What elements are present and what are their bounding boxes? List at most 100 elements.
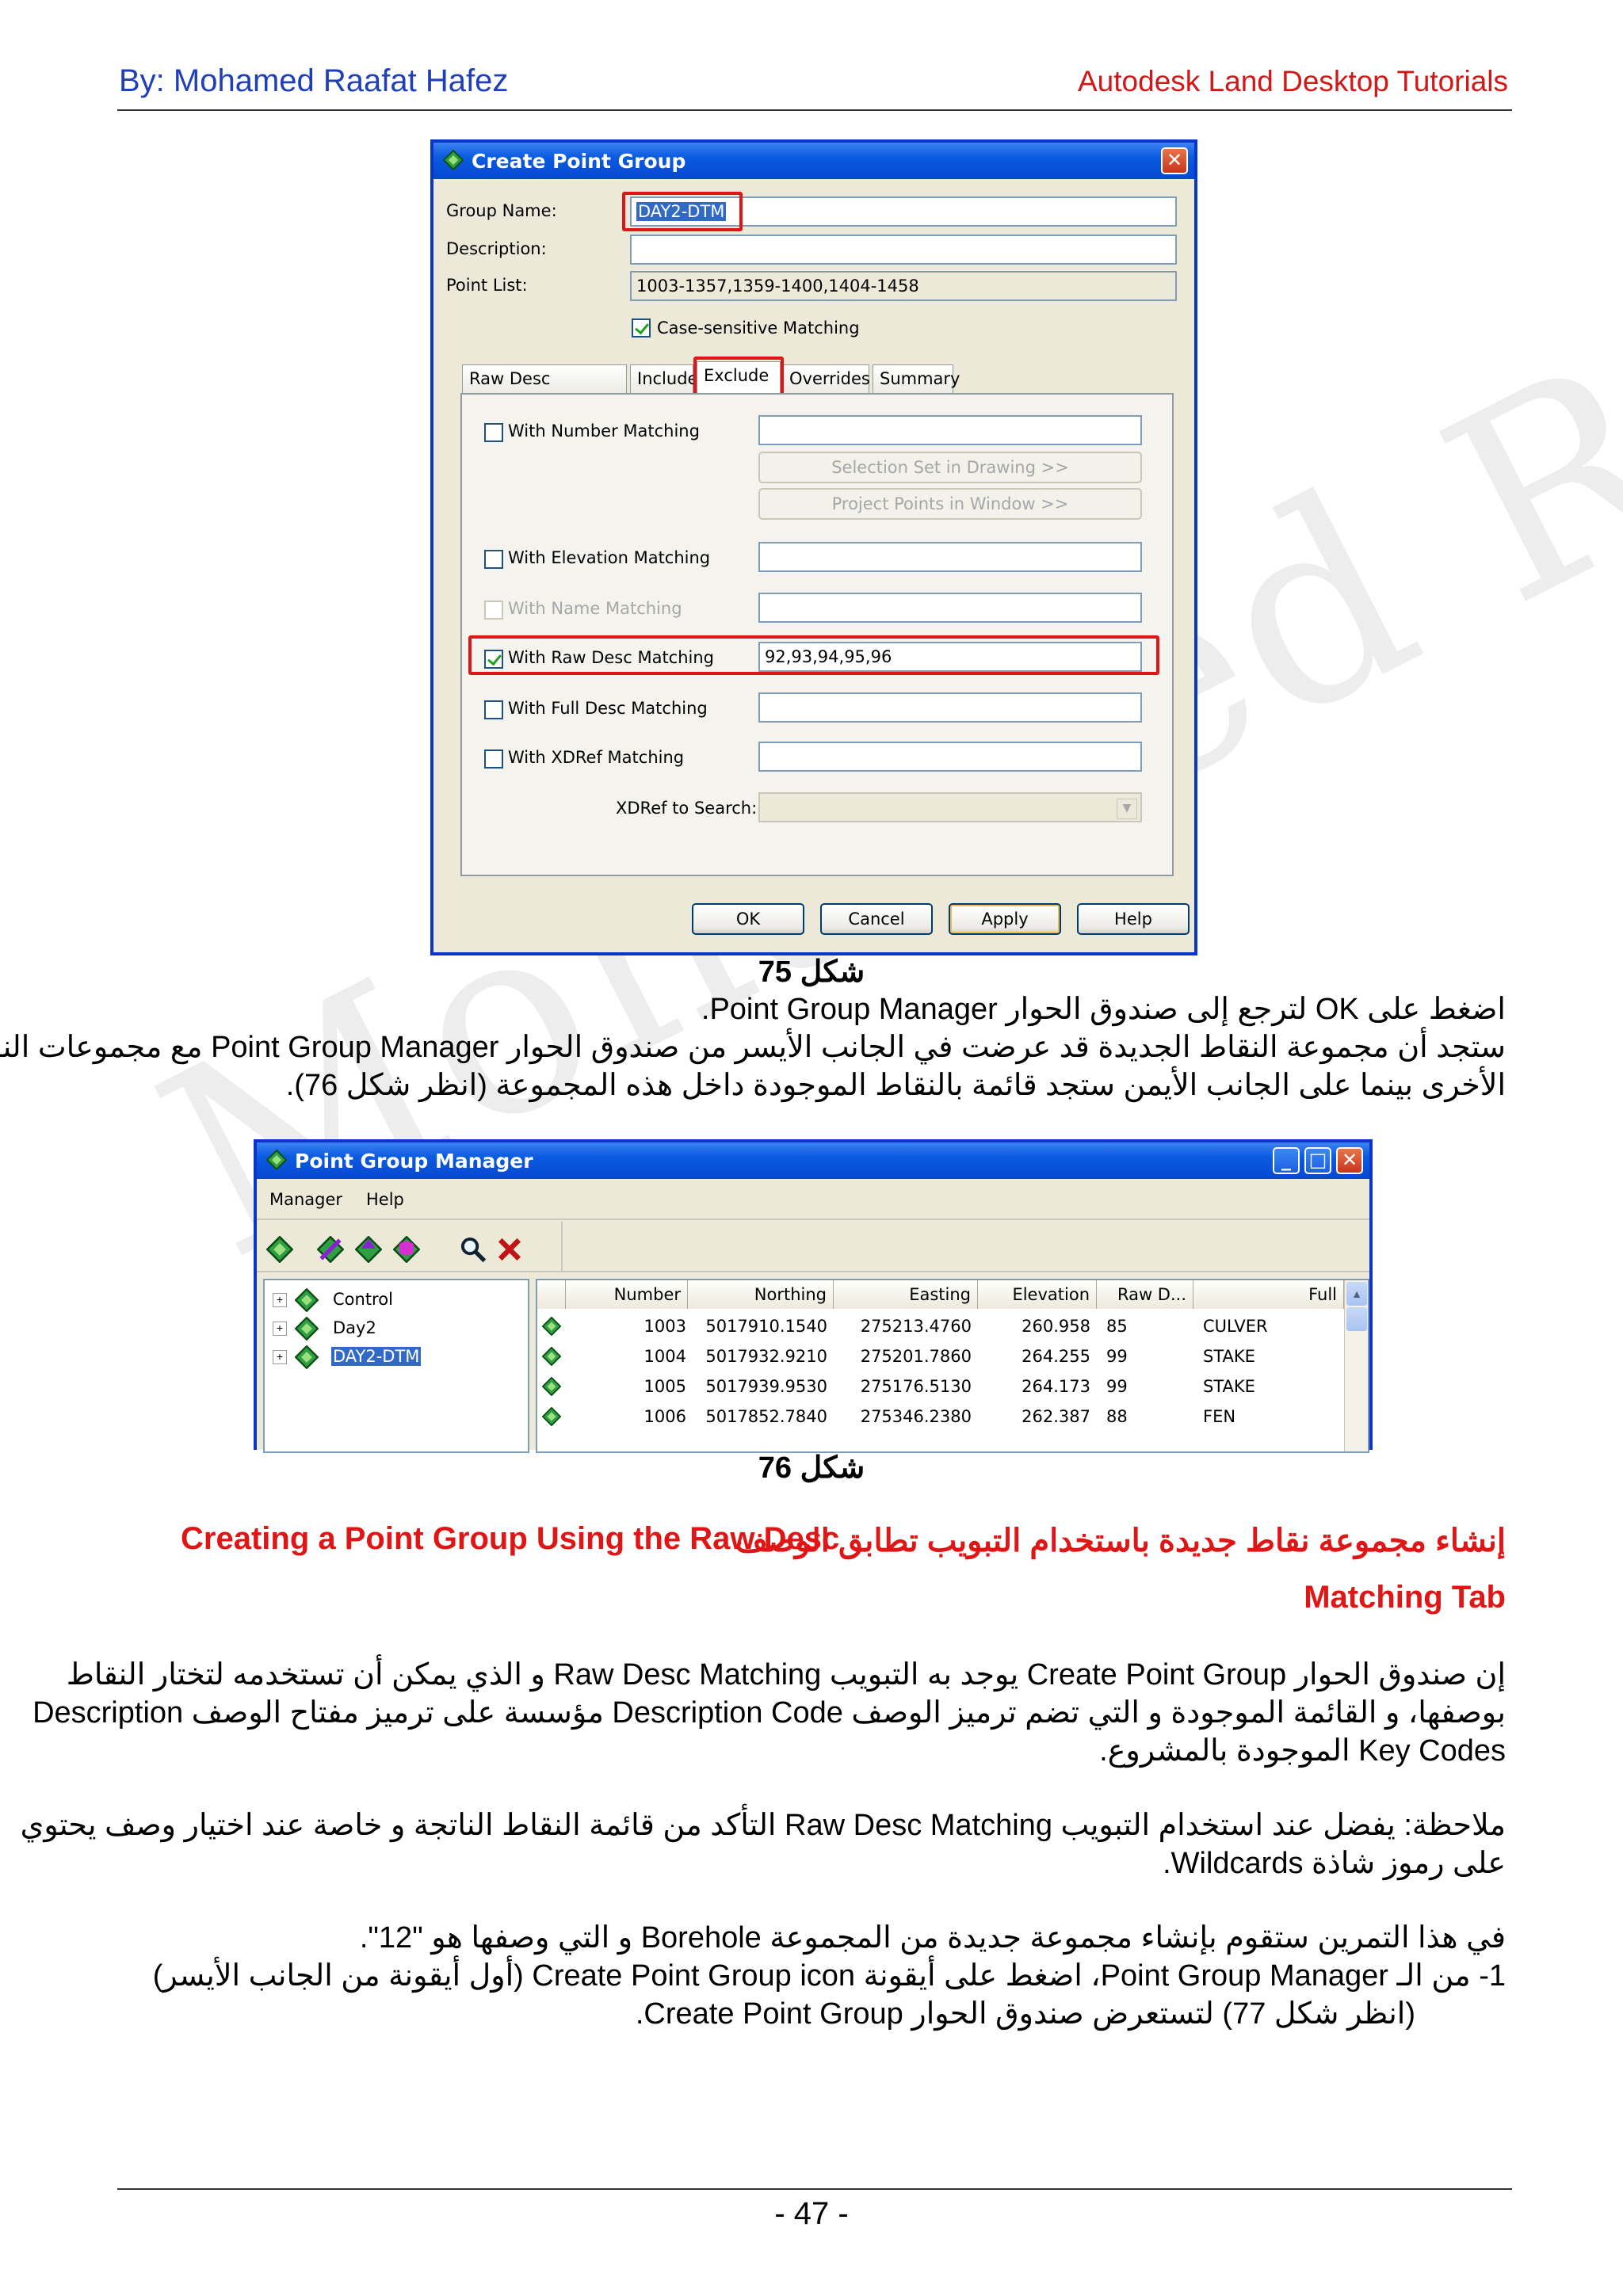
point-list-input[interactable]: 1003-1357,1359-1400,1404-1458 <box>630 271 1177 301</box>
grid-header-icon <box>537 1280 566 1309</box>
tree-item-day2-dtm[interactable]: + DAY2-DTM <box>273 1344 526 1372</box>
tree-item-control[interactable]: + Control <box>273 1287 526 1315</box>
point-group-icon <box>266 1150 287 1170</box>
table-cell[interactable]: 275176.5130 <box>834 1372 972 1402</box>
tab-strip: Raw Desc Matching Include Exclude Overri… <box>462 361 1175 415</box>
scroll-up-icon[interactable]: ▲ <box>1346 1282 1367 1306</box>
elevation-matching-checkbox[interactable] <box>484 550 503 569</box>
table-cell[interactable]: CULVER <box>1203 1312 1338 1341</box>
xdref-matching-label: With XDRef Matching <box>508 748 685 767</box>
close-button[interactable]: ✕ <box>1161 147 1188 174</box>
table-cell[interactable]: 5017932.9210 <box>688 1342 827 1371</box>
section-title-en: Creating a Point Group Using the Raw Des… <box>181 1521 840 1556</box>
elevation-matching-input[interactable] <box>758 542 1142 572</box>
project-points-button[interactable]: Project Points in Window >> <box>758 488 1142 520</box>
update-point-group-icon[interactable] <box>393 1236 420 1263</box>
menu-divider <box>257 1219 1369 1220</box>
grid-header-full[interactable]: Full <box>1193 1280 1344 1309</box>
search-icon[interactable] <box>460 1236 487 1263</box>
expand-icon[interactable]: + <box>273 1322 287 1336</box>
table-cell[interactable]: 1006 <box>585 1402 686 1432</box>
delete-icon[interactable] <box>496 1236 523 1263</box>
case-sensitive-checkbox[interactable] <box>632 318 651 338</box>
tab-raw-desc-matching[interactable]: Raw Desc Matching <box>462 364 627 415</box>
grid-header-northing[interactable]: Northing <box>688 1280 834 1309</box>
point-group-icon <box>295 1288 319 1312</box>
full-desc-matching-checkbox[interactable] <box>484 700 503 719</box>
description-input[interactable] <box>630 235 1177 265</box>
close-icon: ✕ <box>1341 1149 1358 1171</box>
elevation-matching-label: With Elevation Matching <box>508 548 711 567</box>
full-desc-matching-input[interactable] <box>758 692 1142 723</box>
toolbar-bottom-divider <box>257 1271 1369 1272</box>
name-matching-input[interactable] <box>758 593 1142 623</box>
selection-set-button[interactable]: Selection Set in Drawing >> <box>758 452 1142 483</box>
xdref-matching-input[interactable] <box>758 742 1142 772</box>
table-cell[interactable]: 1004 <box>585 1342 686 1371</box>
close-button[interactable]: ✕ <box>1336 1147 1363 1174</box>
ok-button[interactable]: OK <box>692 903 804 935</box>
table-cell[interactable]: 1003 <box>585 1312 686 1341</box>
table-cell[interactable]: 5017910.1540 <box>688 1312 827 1341</box>
minimize-button[interactable]: _ <box>1273 1147 1300 1174</box>
table-cell[interactable]: 264.255 <box>978 1342 1090 1371</box>
table-cell[interactable]: 260.958 <box>978 1312 1090 1341</box>
table-cell[interactable]: STAKE <box>1203 1372 1338 1402</box>
help-button[interactable]: Help <box>1077 903 1190 935</box>
table-cell[interactable]: 262.387 <box>978 1402 1090 1432</box>
edit-point-group-icon[interactable] <box>317 1236 344 1263</box>
pgm-titlebar[interactable]: Point Group Manager _ □ ✕ <box>257 1142 1369 1179</box>
para3-line1: في هذا التمرين ستقوم بإنشاء مجموعة جديدة… <box>359 1921 1506 1955</box>
menu-help[interactable]: Help <box>366 1190 404 1209</box>
scroll-thumb[interactable] <box>1346 1307 1367 1331</box>
table-cell[interactable]: 99 <box>1106 1342 1186 1371</box>
expand-icon[interactable]: + <box>273 1293 287 1307</box>
toolbar <box>266 1231 559 1266</box>
cancel-button[interactable]: Cancel <box>820 903 933 935</box>
name-matching-checkbox[interactable] <box>484 601 503 620</box>
grid-header-raw-desc[interactable]: Raw D... <box>1097 1280 1193 1309</box>
table-cell[interactable]: FEN <box>1203 1402 1338 1432</box>
para3-line3: (انظر شكل 77) لتستعرض صندوق الحوار Creat… <box>635 1997 1415 2031</box>
table-cell[interactable]: 88 <box>1106 1402 1186 1432</box>
dialog-titlebar[interactable]: Create Point Group ✕ <box>433 143 1194 179</box>
point-icon <box>542 1377 561 1396</box>
grid-header-easting[interactable]: Easting <box>834 1280 978 1309</box>
copy-point-group-icon[interactable] <box>355 1236 382 1263</box>
menu-manager[interactable]: Manager <box>269 1190 342 1209</box>
toolbar-divider <box>561 1222 563 1271</box>
table-cell[interactable]: STAKE <box>1203 1342 1338 1371</box>
grid-header-elevation[interactable]: Elevation <box>978 1280 1097 1309</box>
table-cell[interactable]: 5017939.9530 <box>688 1372 827 1402</box>
maximize-button[interactable]: □ <box>1304 1147 1331 1174</box>
table-cell[interactable]: 1005 <box>585 1372 686 1402</box>
section-title-en2: Matching Tab <box>1304 1580 1506 1615</box>
tree-label: Control <box>333 1290 393 1309</box>
table-cell[interactable]: 5017852.7840 <box>688 1402 827 1432</box>
tab-include[interactable]: Include <box>630 364 697 393</box>
number-matching-input[interactable] <box>758 415 1142 445</box>
figure-76-caption: شكل 76 <box>758 1451 865 1485</box>
grid-scrollbar[interactable]: ▲ <box>1344 1280 1368 1451</box>
table-cell[interactable]: 99 <box>1106 1372 1186 1402</box>
grid-header-number[interactable]: Number <box>566 1280 688 1309</box>
tree-item-day2[interactable]: + Day2 <box>273 1315 526 1344</box>
table-cell[interactable]: 85 <box>1106 1312 1186 1341</box>
create-point-group-icon[interactable] <box>266 1236 293 1263</box>
table-cell[interactable]: 264.173 <box>978 1372 1090 1402</box>
number-matching-checkbox[interactable] <box>484 423 503 442</box>
xdref-search-select[interactable]: ▼ <box>758 792 1142 822</box>
point-group-icon <box>443 150 464 170</box>
table-cell[interactable]: 275213.4760 <box>834 1312 972 1341</box>
tab-overrides[interactable]: Overrides <box>782 364 870 393</box>
figure-75-caption: شكل 75 <box>758 955 865 989</box>
table-cell[interactable]: 275346.2380 <box>834 1402 972 1432</box>
tab-summary[interactable]: Summary <box>873 364 960 393</box>
point-list-label: Point List: <box>446 276 528 295</box>
xdref-matching-checkbox[interactable] <box>484 749 503 769</box>
apply-button[interactable]: Apply <box>949 903 1061 935</box>
table-cell[interactable]: 275201.7860 <box>834 1342 972 1371</box>
expand-icon[interactable]: + <box>273 1350 287 1364</box>
points-grid: Number Northing Easting Elevation Raw D.… <box>536 1279 1369 1453</box>
point-group-icon <box>295 1317 319 1341</box>
